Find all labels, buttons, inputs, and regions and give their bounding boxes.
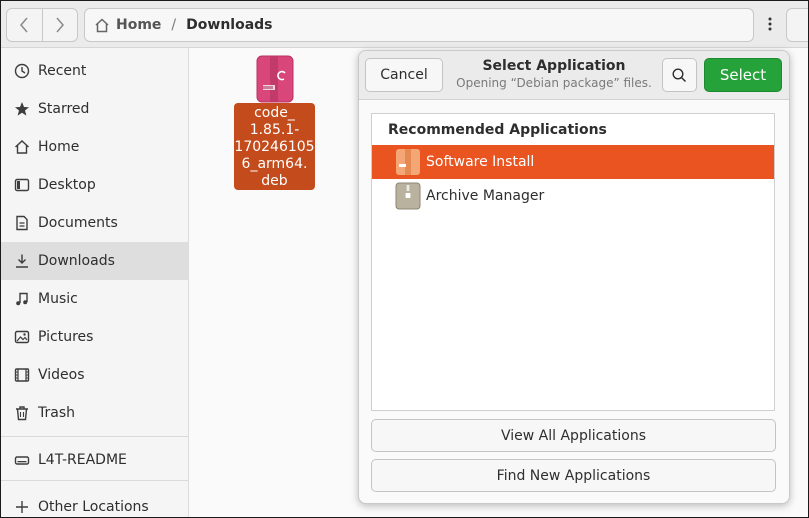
sidebar-item-documents[interactable]: Documents (1, 204, 188, 242)
cancel-button[interactable]: Cancel (365, 58, 443, 92)
sidebar-item-label: Trash (38, 405, 75, 421)
file-name-line: 6_arm64. (241, 156, 308, 172)
sidebar-item-label: Music (38, 291, 78, 307)
select-application-dialog: Cancel Select Application Opening “Debia… (358, 50, 790, 504)
view-all-applications-button[interactable]: View All Applications (371, 419, 776, 452)
path-bar: Home / Downloads (84, 8, 754, 42)
back-button[interactable] (7, 9, 42, 41)
select-button[interactable]: Select (704, 58, 782, 92)
clock-icon (13, 62, 31, 80)
file-name-line: 170246105 (234, 139, 315, 155)
menu-button[interactable] (757, 8, 783, 40)
file-name-line: deb (261, 173, 288, 189)
view-options-button[interactable] (786, 8, 808, 42)
app-label: Software Install (426, 154, 535, 170)
search-icon (672, 67, 687, 82)
sidebar-item-label: Pictures (38, 329, 94, 345)
dialog-subtitle: Opening “Debian package” files. (456, 76, 652, 90)
sidebar-item-home[interactable]: Home (1, 128, 188, 166)
sidebar-item-label: Other Locations (38, 499, 149, 515)
app-row-archive-manager[interactable]: Archive Manager (372, 179, 774, 213)
dialog-title: Select Application (482, 58, 626, 74)
file-name-line: 1.85.1- (249, 122, 300, 138)
dialog-header: Cancel Select Application Opening “Debia… (359, 51, 789, 100)
list-header: Recommended Applications (388, 122, 607, 138)
document-icon (13, 214, 31, 232)
drive-icon (13, 451, 31, 469)
search-button[interactable] (662, 58, 697, 92)
breadcrumb-home[interactable]: Home (94, 17, 161, 33)
kebab-menu-icon (768, 17, 772, 31)
home-icon (95, 17, 109, 32)
navigation-buttons (6, 8, 78, 42)
header-bar: Home / Downloads (1, 1, 808, 48)
sidebar-item-videos[interactable]: Videos (1, 356, 188, 394)
video-icon (13, 366, 31, 384)
sidebar-divider (1, 480, 188, 481)
file-manager-window: Home / Downloads Recent Starred Home Des… (0, 0, 809, 518)
sidebar-item-label: L4T-README (38, 452, 127, 468)
sidebar-item-label: Starred (38, 101, 90, 117)
sidebar-item-recent[interactable]: Recent (1, 52, 188, 90)
sidebar-item-starred[interactable]: Starred (1, 90, 188, 128)
chevron-left-icon (20, 17, 28, 33)
chevron-right-icon (56, 17, 64, 33)
trash-icon (13, 404, 31, 422)
sidebar-item-downloads[interactable]: Downloads (1, 242, 188, 280)
picture-icon (13, 328, 31, 346)
debian-package-icon (256, 55, 294, 103)
star-icon (13, 100, 31, 118)
forward-button[interactable] (41, 9, 78, 41)
sidebar-item-pictures[interactable]: Pictures (1, 318, 188, 356)
sidebar-item-label: Recent (38, 63, 87, 79)
sidebar-item-label: Home (38, 139, 80, 155)
software-install-icon (396, 149, 420, 175)
breadcrumb-current[interactable]: Downloads (186, 17, 272, 33)
sidebar: Recent Starred Home Desktop Documents Do… (1, 48, 189, 517)
sidebar-item-l4t-readme[interactable]: L4T-README (1, 441, 188, 479)
music-icon (13, 290, 31, 308)
sidebar-item-label: Desktop (38, 177, 96, 193)
app-row-software-install[interactable]: Software Install (372, 145, 774, 179)
file-name-label: code_ 1.85.1- 170246105 6_arm64. deb (234, 103, 315, 190)
desktop-icon (13, 176, 31, 194)
sidebar-item-music[interactable]: Music (1, 280, 188, 318)
download-icon (13, 252, 31, 270)
sidebar-item-desktop[interactable]: Desktop (1, 166, 188, 204)
find-new-applications-button[interactable]: Find New Applications (371, 459, 776, 492)
file-name-line: code_ (254, 105, 295, 121)
app-label: Archive Manager (426, 188, 545, 204)
sidebar-divider (1, 436, 188, 437)
archive-manager-icon (395, 182, 421, 210)
breadcrumb-home-label: Home (116, 17, 162, 33)
sidebar-item-label: Downloads (38, 253, 115, 269)
sidebar-item-label: Documents (38, 215, 118, 231)
sidebar-item-other-locations[interactable]: Other Locations (1, 488, 188, 517)
sidebar-item-label: Videos (38, 367, 85, 383)
sidebar-item-trash[interactable]: Trash (1, 394, 188, 432)
breadcrumb-separator: / (171, 17, 177, 33)
plus-icon (13, 498, 31, 516)
application-list: Recommended Applications Software Instal… (371, 113, 775, 411)
home-icon (13, 138, 31, 156)
